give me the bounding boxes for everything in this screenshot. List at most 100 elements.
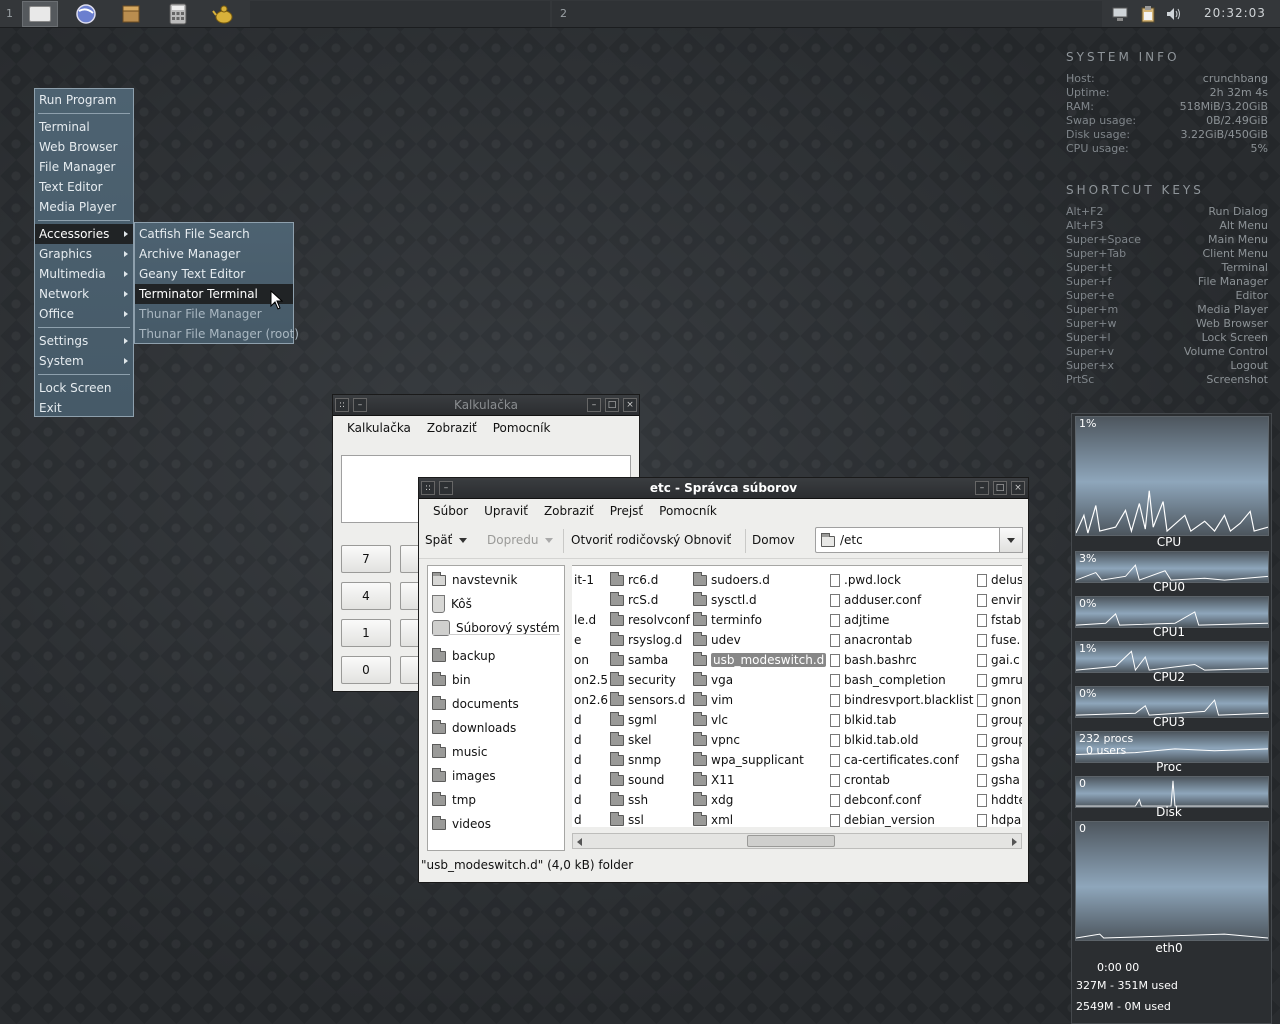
maximize-button[interactable]: □ [993,481,1007,495]
network-monitor-icon[interactable] [1111,5,1129,23]
volume-icon[interactable] [1165,5,1183,23]
file-item[interactable]: on [572,650,608,670]
file-item[interactable]: gsha [977,750,1022,770]
sidebar-item[interactable]: videos [432,813,491,835]
file-item[interactable]: blkid.tab.old [830,730,973,750]
menu-network[interactable]: Network [35,284,133,304]
sidebar-item[interactable]: navstevnik [432,569,517,591]
file-item[interactable]: udev [693,630,826,650]
sidebar-item[interactable]: backup [432,645,495,667]
file-item[interactable]: security [610,670,690,690]
menu-file-manager[interactable]: File Manager [35,157,133,177]
file-item[interactable]: d [572,750,608,770]
sidebar-item[interactable]: Kôš [432,593,472,615]
file-item[interactable]: d [572,710,608,730]
calculator-titlebar[interactable]: :: – Kalkulačka – □ × [333,395,639,416]
file-item[interactable]: samba [610,650,690,670]
file-item[interactable]: d [572,790,608,810]
key-7[interactable]: 7 [341,545,391,573]
workspace-1[interactable]: 1 [6,7,13,20]
menu-media-player[interactable]: Media Player [35,197,133,217]
file-item[interactable]: wpa_supplicant [693,750,826,770]
calc-menu-view[interactable]: Zobraziť [419,421,485,435]
file-item[interactable]: vlc [693,710,826,730]
file-item[interactable]: e [572,630,608,650]
file-item[interactable]: bash.bashrc [830,650,973,670]
menu-help[interactable]: Pomocník [651,504,725,518]
file-item[interactable]: debian_version [830,810,973,827]
file-item[interactable]: debconf.conf [830,790,973,810]
menu-run-program[interactable]: Run Program [35,90,133,110]
scrollbar-thumb[interactable] [747,835,835,847]
menu-multimedia[interactable]: Multimedia [35,264,133,284]
file-item[interactable]: xml [693,810,826,827]
file-item[interactable]: rc6.d [610,570,690,590]
key-4[interactable]: 4 [341,582,391,610]
menu-go[interactable]: Prejsť [602,504,651,518]
file-item[interactable]: resolvconf [610,610,690,630]
close-button[interactable]: × [623,398,637,412]
workspace-2[interactable]: 2 [560,7,567,20]
file-item[interactable]: hdpa [977,810,1022,827]
file-item[interactable]: vga [693,670,826,690]
file-item[interactable]: vim [693,690,826,710]
submenu-thunar-root[interactable]: Thunar File Manager (root) [135,324,299,344]
file-item[interactable]: hddte [977,790,1022,810]
menu-text-editor[interactable]: Text Editor [35,177,133,197]
clipboard-icon[interactable] [1139,5,1157,23]
file-item[interactable]: terminfo [693,610,826,630]
file-item[interactable]: ca-certificates.conf [830,750,973,770]
calc-menu-calculator[interactable]: Kalkulačka [339,421,419,435]
chevron-down-icon[interactable] [459,538,468,543]
file-manager-launcher[interactable] [22,1,58,27]
refresh-button[interactable]: Obnoviť [684,533,731,547]
file-item[interactable]: delus [977,570,1022,590]
file-item[interactable]: rcS.d [610,590,690,610]
sidebar-item[interactable]: images [432,765,496,787]
file-item[interactable]: sgml [610,710,690,730]
geany-launcher[interactable] [206,1,242,27]
menu-exit[interactable]: Exit [35,398,133,418]
key-5[interactable] [400,582,420,610]
file-item[interactable]: sound [610,770,690,790]
sidebar-item[interactable]: music [432,741,487,763]
file-item[interactable]: usb_modeswitch.d [693,650,827,670]
minimize-button[interactable]: – [587,398,601,412]
scroll-left-icon[interactable] [577,838,582,846]
file-item[interactable]: group [977,710,1022,730]
menu-edit[interactable]: Upraviť [476,504,536,518]
menu-accessories[interactable]: Accessories [35,224,133,244]
file-item[interactable]: X11 [693,770,826,790]
archive-launcher[interactable] [113,1,149,27]
scroll-right-icon[interactable] [1012,838,1017,846]
submenu-archive-manager[interactable]: Archive Manager [135,244,293,264]
file-item[interactable] [572,590,608,610]
file-item[interactable]: crontab [830,770,973,790]
clock[interactable]: 20:32:03 [1204,6,1266,20]
file-item[interactable]: on2.6 [572,690,608,710]
key-8[interactable] [400,545,420,573]
file-item[interactable]: gnon [977,690,1022,710]
maximize-button[interactable]: □ [605,398,619,412]
file-manager-titlebar[interactable]: :: – etc - Správca súborov – □ × [419,478,1028,499]
file-item[interactable]: on2.5 [572,670,608,690]
file-item[interactable]: anacrontab [830,630,973,650]
key-0[interactable]: 0 [341,656,391,684]
file-item[interactable]: fstab [977,610,1022,630]
file-item[interactable]: blkid.tab [830,710,973,730]
file-item[interactable]: vpnc [693,730,826,750]
file-item[interactable]: sysctl.d [693,590,826,610]
calc-menu-help[interactable]: Pomocník [485,421,559,435]
file-item[interactable]: ssh [610,790,690,810]
file-item[interactable]: group [977,730,1022,750]
file-item[interactable]: .pwd.lock [830,570,973,590]
key-decimal[interactable] [400,656,420,684]
menu-office[interactable]: Office [35,304,133,324]
file-item[interactable]: sudoers.d [693,570,826,590]
key-2[interactable] [400,619,420,647]
sidebar-item[interactable]: documents [432,693,519,715]
file-item[interactable]: adjtime [830,610,973,630]
file-item[interactable]: it-1 [572,570,608,590]
file-item[interactable]: gsha [977,770,1022,790]
file-item[interactable]: fuse. [977,630,1022,650]
